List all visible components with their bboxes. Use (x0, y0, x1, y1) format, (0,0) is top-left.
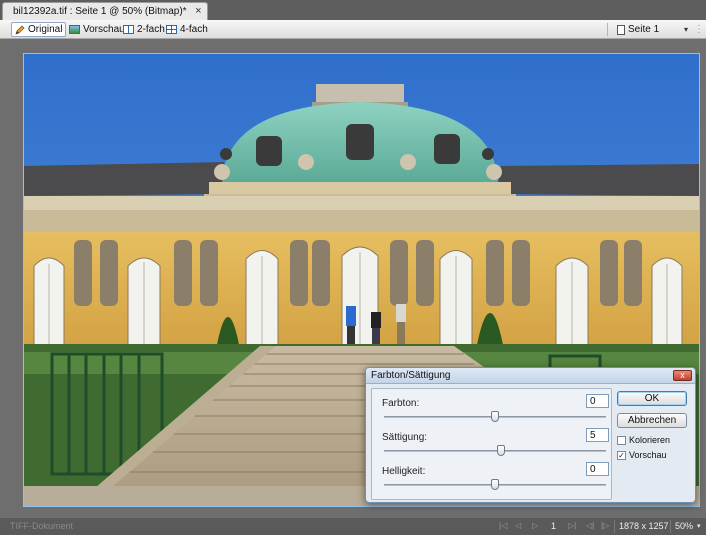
ok-button[interactable]: OK (617, 391, 687, 406)
lightness-slider-thumb[interactable] (491, 479, 499, 490)
cancel-button[interactable]: Abbrechen (617, 413, 687, 428)
document-tab[interactable]: bil12392a.tif : Seite 1 @ 50% (Bitmap)* … (2, 2, 208, 20)
dialog-title-bar[interactable]: Farbton/Sättigung x (366, 368, 695, 384)
colorize-label: Kolorieren (629, 435, 671, 445)
split-four-icon (166, 25, 177, 34)
lightness-input[interactable] (586, 462, 609, 476)
first-page-icon[interactable]: |◁ (499, 521, 507, 530)
close-icon[interactable]: × (195, 5, 201, 17)
view-toolbar: Original Vorschau 2-fach 4-fach Seite 1 … (0, 20, 706, 39)
close-icon[interactable]: x (673, 370, 692, 381)
forward-icon[interactable]: |▷ (601, 521, 609, 530)
image-preview-icon (69, 25, 80, 34)
document-type: TIFF-Dokument (10, 521, 74, 531)
preview-view-label: Vorschau (83, 24, 125, 35)
image-dimensions: 1878 x 1257 (619, 521, 669, 531)
page-selector-label: Seite 1 (628, 24, 660, 35)
preview-checkbox-row[interactable]: ✓ Vorschau (617, 450, 667, 460)
chevron-down-icon[interactable]: ▾ (684, 25, 688, 34)
colorize-checkbox[interactable] (617, 435, 626, 445)
saturation-input[interactable] (586, 428, 609, 442)
split-two-label: 2-fach (137, 24, 165, 35)
document-tab-bar: bil12392a.tif : Seite 1 @ 50% (Bitmap)* … (0, 0, 706, 20)
preview-checkbox[interactable]: ✓ (617, 450, 626, 460)
split-two-button[interactable]: 2-fach (120, 22, 168, 37)
zoom-level[interactable]: 50% (675, 521, 693, 531)
previous-page-icon[interactable]: ◁ (515, 521, 521, 530)
lightness-label: Helligkeit: (382, 466, 426, 477)
pencil-icon (15, 25, 25, 35)
hue-label: Farbton: (382, 398, 420, 409)
document-tab-title: bil12392a.tif : Seite 1 @ 50% (Bitmap)* (13, 6, 187, 17)
preview-view-button[interactable]: Vorschau (66, 22, 128, 37)
saturation-slider-track[interactable] (384, 450, 606, 452)
original-view-label: Original (28, 24, 63, 35)
toolbar-separator (607, 23, 608, 36)
split-two-icon (123, 25, 134, 34)
preview-checkbox-label: Vorschau (629, 450, 667, 460)
hue-saturation-dialog: Farbton/Sättigung x Farbton: Sättigung: … (365, 367, 696, 503)
last-page-icon[interactable]: ▷| (568, 521, 576, 530)
saturation-label: Sättigung: (382, 432, 428, 443)
panel-grip-icon[interactable]: ⋮⋮ (694, 24, 706, 35)
status-separator (614, 520, 615, 533)
page-number: 1 (551, 521, 557, 531)
split-four-button[interactable]: 4-fach (163, 22, 211, 37)
back-icon[interactable]: ◁| (586, 521, 594, 530)
page-icon (617, 24, 625, 35)
colorize-checkbox-row[interactable]: Kolorieren (617, 435, 670, 445)
dialog-title: Farbton/Sättigung (371, 370, 451, 381)
chevron-down-icon[interactable]: ▾ (697, 522, 701, 530)
page-selector[interactable]: Seite 1 (614, 22, 662, 37)
adjustment-group: Farbton: Sättigung: Helligkeit: (371, 388, 612, 500)
hue-slider-thumb[interactable] (491, 411, 499, 422)
hue-input[interactable] (586, 394, 609, 408)
next-page-icon[interactable]: ▷ (532, 521, 538, 530)
status-bar: TIFF-Dokument |◁ ◁ ▷ 1 ▷| ◁| |▷ 1878 x 1… (0, 518, 706, 535)
split-four-label: 4-fach (180, 24, 208, 35)
saturation-slider-thumb[interactable] (496, 445, 505, 456)
original-view-button[interactable]: Original (11, 22, 67, 37)
status-separator (670, 520, 671, 533)
